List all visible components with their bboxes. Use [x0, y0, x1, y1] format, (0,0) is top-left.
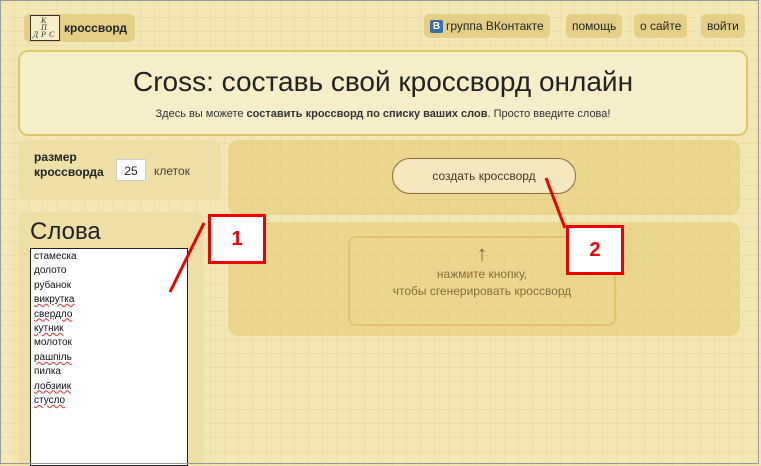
page-subtitle: Здесь вы можете составить кроссворд по с… [20, 108, 746, 120]
word-line: лобзиик [34, 380, 72, 392]
words-panel: Слова стамеска долото рубанок викрутка сверд… [18, 212, 204, 466]
page-header: Cross: составь свой кроссворд онлайн Зде… [18, 50, 748, 136]
callout-2: 2 [566, 225, 624, 275]
word-line: пилка [34, 366, 61, 378]
words-title: Слова [30, 218, 101, 245]
logo-text: кроссворд [64, 21, 128, 35]
words-textarea[interactable]: стамеска долото рубанок викрутка свердло кутн… [30, 248, 188, 466]
word-line: рубанок [34, 279, 72, 291]
help-button[interactable]: помощь [566, 14, 623, 38]
word-line: рашпіль [34, 351, 72, 363]
grid-size-unit: клеток [154, 164, 190, 178]
page-title: Cross: составь свой кроссворд онлайн [132, 66, 634, 97]
grid-size-label: размер кроссворда [34, 150, 104, 179]
word-line: кутник [34, 323, 64, 335]
subtitle-text-start: Здесь вы можете [155, 108, 247, 120]
create-crossword-button[interactable]: создать кроссворд [392, 158, 576, 194]
subtitle-text-bold: составить кроссворд по списку ваших слов [246, 108, 488, 120]
word-line: молоток [34, 337, 72, 349]
callout-1: 1 [208, 214, 266, 264]
hint-line-2: чтобы сгенерировать кроссворд [392, 284, 572, 298]
site-logo[interactable]: К П ДРС кроссворд [24, 14, 136, 42]
word-line: стамеска [34, 251, 77, 262]
word-line: долото [34, 265, 67, 277]
grid-size-panel: размер кроссворда 25 клеток [18, 140, 221, 200]
login-button[interactable]: войти [701, 14, 745, 38]
vk-group-label: группа ВКонтакте [446, 19, 544, 33]
top-bar: К П ДРС кроссворд B группа ВКонтакте пом… [0, 0, 761, 44]
vk-group-button[interactable]: B группа ВКонтакте [424, 14, 550, 38]
word-line: викрутка [34, 294, 75, 306]
grid-size-input[interactable]: 25 [116, 159, 146, 181]
about-button[interactable]: о сайте [634, 14, 688, 38]
subtitle-text-end: . Просто введите слова! [487, 108, 611, 120]
vk-icon: B [430, 19, 443, 33]
crossword-logo-icon: К П ДРС [30, 15, 60, 41]
word-line: стусло [34, 395, 66, 407]
word-line: свердло [34, 308, 73, 320]
